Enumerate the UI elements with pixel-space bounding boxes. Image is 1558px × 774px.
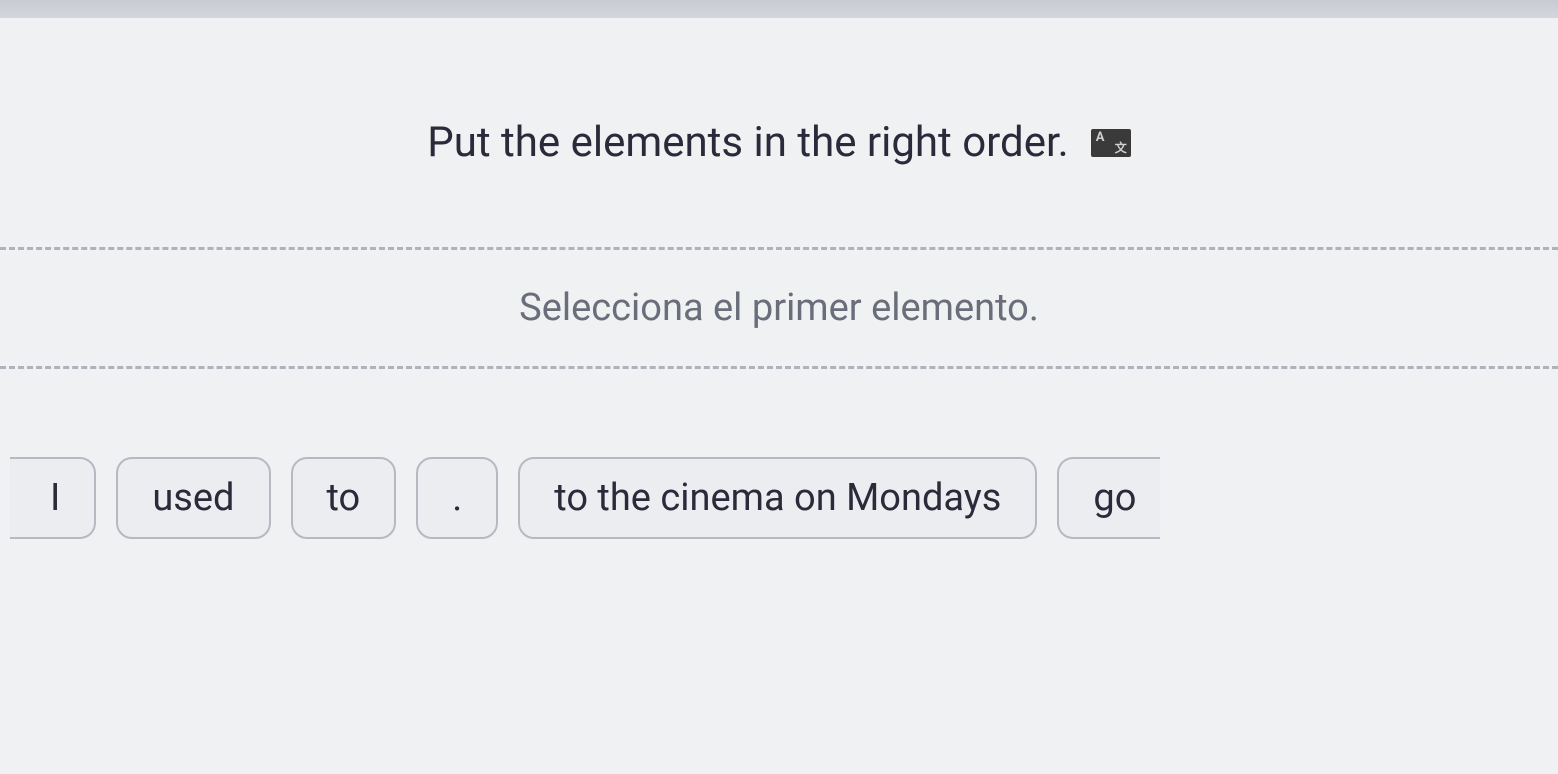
window-top-bar bbox=[0, 0, 1558, 18]
token-to[interactable]: to bbox=[291, 457, 397, 539]
hint-section: Selecciona el primer elemento. bbox=[0, 250, 1558, 366]
instruction-section: Put the elements in the right order. bbox=[0, 18, 1558, 247]
translate-icon[interactable] bbox=[1091, 129, 1131, 157]
tokens-row: I used to . to the cinema on Mondays go bbox=[0, 369, 1558, 559]
token-period[interactable]: . bbox=[416, 457, 498, 539]
hint-text: Selecciona el primer elemento. bbox=[519, 286, 1039, 330]
token-i[interactable]: I bbox=[10, 457, 96, 539]
token-cinema-phrase[interactable]: to the cinema on Mondays bbox=[518, 457, 1037, 539]
token-go[interactable]: go bbox=[1057, 457, 1160, 539]
instruction-text: Put the elements in the right order. bbox=[427, 118, 1069, 167]
token-used[interactable]: used bbox=[116, 457, 270, 539]
